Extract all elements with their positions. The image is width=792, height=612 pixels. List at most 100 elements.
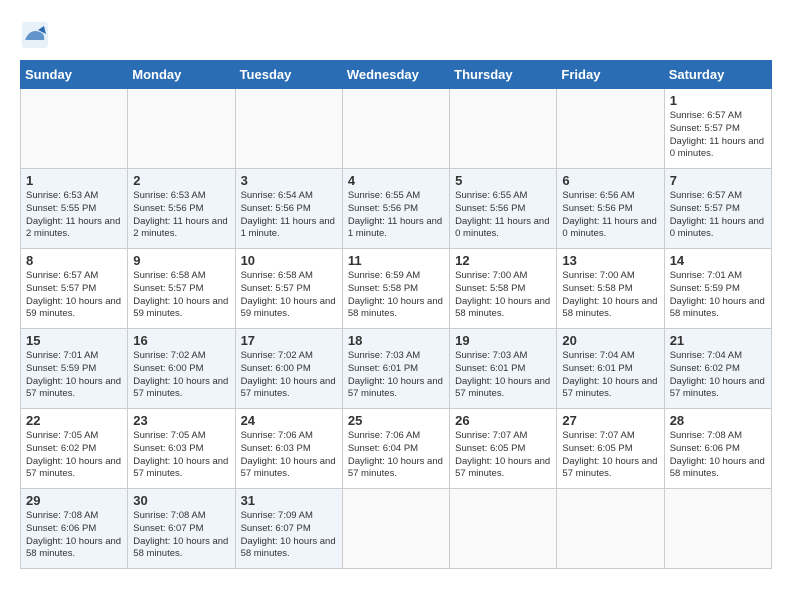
calendar-cell: 4 Sunrise: 6:55 AMSunset: 5:56 PMDaylight…: [342, 169, 449, 249]
cell-details: Sunrise: 7:08 AMSunset: 6:06 PMDaylight:…: [670, 430, 766, 481]
calendar-cell: 20Sunrise: 7:04 AMSunset: 6:01 PMDayligh…: [557, 329, 664, 409]
calendar-cell: [21, 89, 128, 169]
day-number: 17: [241, 333, 337, 348]
calendar-cell: [557, 89, 664, 169]
calendar-cell: 5Sunrise: 6:55 AMSunset: 5:56 PMDaylight…: [450, 169, 557, 249]
cell-details: Sunrise: 7:07 AMSunset: 6:05 PMDaylight:…: [455, 430, 551, 481]
day-number: 5: [455, 173, 551, 188]
cell-details: Sunrise: 6:56 AMSunset: 5:56 PMDaylight:…: [562, 190, 658, 241]
calendar-cell: 15Sunrise: 7:01 AMSunset: 5:59 PMDayligh…: [21, 329, 128, 409]
cell-details: Sunrise: 7:04 AMSunset: 6:01 PMDaylight:…: [562, 350, 658, 401]
calendar-cell: 11Sunrise: 6:59 AMSunset: 5:58 PMDayligh…: [342, 249, 449, 329]
day-number: 24: [241, 413, 337, 428]
cell-details: Sunrise: 7:05 AMSunset: 6:03 PMDaylight:…: [133, 430, 229, 481]
day-number: 1: [670, 93, 766, 108]
cell-details: Sunrise: 7:03 AMSunset: 6:01 PMDaylight:…: [348, 350, 444, 401]
cell-details: Sunrise: 7:00 AMSunset: 5:58 PMDaylight:…: [562, 270, 658, 321]
calendar-cell: 21 Sunrise: 7:04 AMSunset: 6:02 PMDayligh…: [664, 329, 771, 409]
day-number: 8: [26, 253, 122, 268]
calendar-cell: 25Sunrise: 7:06 AMSunset: 6:04 PMDayligh…: [342, 409, 449, 489]
day-number: 31: [241, 493, 337, 508]
cell-details: Sunrise: 7:08 AMSunset: 6:07 PMDaylight:…: [133, 510, 229, 561]
day-number: 21: [670, 333, 766, 348]
weekday-header-saturday: Saturday: [664, 61, 771, 89]
logo-icon: [20, 20, 50, 50]
day-number: 12: [455, 253, 551, 268]
cell-details: Sunrise: 7:00 AMSunset: 5:58 PMDaylight:…: [455, 270, 551, 321]
calendar-cell: 31 Sunrise: 7:09 AMSunset: 6:07 PMDayligh…: [235, 489, 342, 569]
weekday-header-thursday: Thursday: [450, 61, 557, 89]
day-number: 1: [26, 173, 122, 188]
day-number: 6: [562, 173, 658, 188]
day-number: 11: [348, 253, 444, 268]
day-number: 7: [670, 173, 766, 188]
day-number: 27: [562, 413, 658, 428]
weekday-header-monday: Monday: [128, 61, 235, 89]
day-number: 26: [455, 413, 551, 428]
day-number: 19: [455, 333, 551, 348]
weekday-header-sunday: Sunday: [21, 61, 128, 89]
calendar-cell: 6 Sunrise: 6:56 AMSunset: 5:56 PMDaylight…: [557, 169, 664, 249]
weekday-header-tuesday: Tuesday: [235, 61, 342, 89]
calendar-cell: [342, 89, 449, 169]
calendar-cell: 7 Sunrise: 6:57 AMSunset: 5:57 PMDaylight…: [664, 169, 771, 249]
cell-details: Sunrise: 6:55 AMSunset: 5:56 PMDaylight:…: [348, 190, 444, 241]
calendar-cell: 2 Sunrise: 6:53 AMSunset: 5:56 PMDaylight…: [128, 169, 235, 249]
day-number: 29: [26, 493, 122, 508]
calendar-week-5: 22 Sunrise: 7:05 AMSunset: 6:02 PMDayligh…: [21, 409, 772, 489]
calendar-week-1: 1 Sunrise: 6:57 AMSunset: 5:57 PMDaylight…: [21, 89, 772, 169]
cell-details: Sunrise: 6:57 AMSunset: 5:57 PMDaylight:…: [26, 270, 122, 321]
weekday-header-wednesday: Wednesday: [342, 61, 449, 89]
calendar-cell: 26 Sunrise: 7:07 AMSunset: 6:05 PMDayligh…: [450, 409, 557, 489]
calendar-cell: [235, 89, 342, 169]
calendar-cell: 8 Sunrise: 6:57 AMSunset: 5:57 PMDaylight…: [21, 249, 128, 329]
cell-details: Sunrise: 6:58 AMSunset: 5:57 PMDaylight:…: [133, 270, 229, 321]
calendar-week-4: 15Sunrise: 7:01 AMSunset: 5:59 PMDayligh…: [21, 329, 772, 409]
calendar-cell: 13 Sunrise: 7:00 AMSunset: 5:58 PMDayligh…: [557, 249, 664, 329]
calendar-cell: [342, 489, 449, 569]
day-number: 18: [348, 333, 444, 348]
calendar-week-2: 1Sunrise: 6:53 AMSunset: 5:55 PMDaylight…: [21, 169, 772, 249]
weekday-header-friday: Friday: [557, 61, 664, 89]
cell-details: Sunrise: 7:09 AMSunset: 6:07 PMDaylight:…: [241, 510, 337, 561]
cell-details: Sunrise: 7:03 AMSunset: 6:01 PMDaylight:…: [455, 350, 551, 401]
day-number: 3: [241, 173, 337, 188]
day-number: 30: [133, 493, 229, 508]
cell-details: Sunrise: 7:02 AMSunset: 6:00 PMDaylight:…: [241, 350, 337, 401]
calendar-cell: [450, 489, 557, 569]
day-number: 10: [241, 253, 337, 268]
calendar-cell: [128, 89, 235, 169]
cell-details: Sunrise: 6:53 AMSunset: 5:56 PMDaylight:…: [133, 190, 229, 241]
calendar-cell: 12 Sunrise: 7:00 AMSunset: 5:58 PMDayligh…: [450, 249, 557, 329]
cell-details: Sunrise: 6:58 AMSunset: 5:57 PMDaylight:…: [241, 270, 337, 321]
day-number: 28: [670, 413, 766, 428]
cell-details: Sunrise: 6:57 AMSunset: 5:57 PMDaylight:…: [670, 110, 766, 161]
day-number: 9: [133, 253, 229, 268]
cell-details: Sunrise: 7:06 AMSunset: 6:04 PMDaylight:…: [348, 430, 444, 481]
cell-details: Sunrise: 7:05 AMSunset: 6:02 PMDaylight:…: [26, 430, 122, 481]
calendar-week-3: 8 Sunrise: 6:57 AMSunset: 5:57 PMDaylight…: [21, 249, 772, 329]
calendar-cell: [664, 489, 771, 569]
header-row: SundayMondayTuesdayWednesdayThursdayFrid…: [21, 61, 772, 89]
calendar-cell: 22 Sunrise: 7:05 AMSunset: 6:02 PMDayligh…: [21, 409, 128, 489]
day-number: 2: [133, 173, 229, 188]
calendar-week-6: 29Sunrise: 7:08 AMSunset: 6:06 PMDayligh…: [21, 489, 772, 569]
calendar-cell: 1Sunrise: 6:53 AMSunset: 5:55 PMDaylight…: [21, 169, 128, 249]
calendar-cell: 19 Sunrise: 7:03 AMSunset: 6:01 PMDayligh…: [450, 329, 557, 409]
day-number: 16: [133, 333, 229, 348]
cell-details: Sunrise: 6:54 AMSunset: 5:56 PMDaylight:…: [241, 190, 337, 241]
cell-details: Sunrise: 7:04 AMSunset: 6:02 PMDaylight:…: [670, 350, 766, 401]
cell-details: Sunrise: 7:01 AMSunset: 5:59 PMDaylight:…: [670, 270, 766, 321]
day-number: 22: [26, 413, 122, 428]
cell-details: Sunrise: 6:57 AMSunset: 5:57 PMDaylight:…: [670, 190, 766, 241]
calendar-cell: 28 Sunrise: 7:08 AMSunset: 6:06 PMDayligh…: [664, 409, 771, 489]
calendar-cell: 16 Sunrise: 7:02 AMSunset: 6:00 PMDayligh…: [128, 329, 235, 409]
cell-details: Sunrise: 7:07 AMSunset: 6:05 PMDaylight:…: [562, 430, 658, 481]
logo: [20, 20, 54, 50]
calendar-cell: 17 Sunrise: 7:02 AMSunset: 6:00 PMDayligh…: [235, 329, 342, 409]
day-number: 4: [348, 173, 444, 188]
day-number: 13: [562, 253, 658, 268]
cell-details: Sunrise: 7:02 AMSunset: 6:00 PMDaylight:…: [133, 350, 229, 401]
calendar-cell: 10 Sunrise: 6:58 AMSunset: 5:57 PMDayligh…: [235, 249, 342, 329]
calendar-cell: 3 Sunrise: 6:54 AMSunset: 5:56 PMDaylight…: [235, 169, 342, 249]
